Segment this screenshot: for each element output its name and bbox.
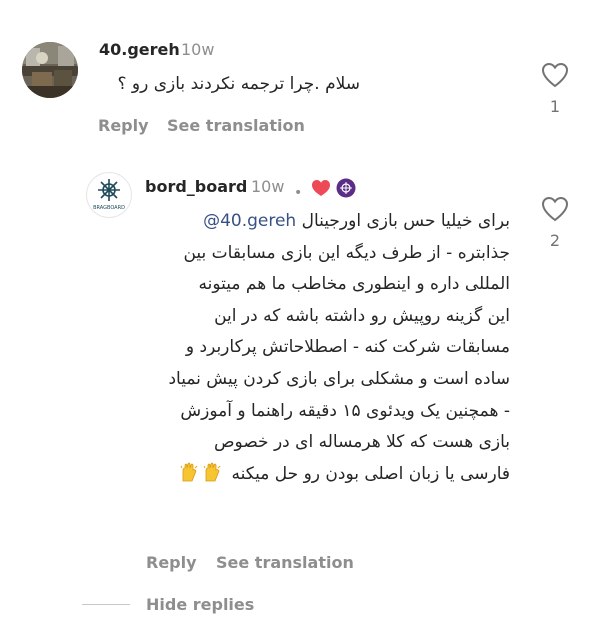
- like-button[interactable]: [541, 62, 569, 88]
- commenter-username[interactable]: 40.gereh: [99, 40, 180, 59]
- reply-timestamp: 10w: [251, 177, 285, 196]
- replier-username[interactable]: bord_board: [145, 177, 247, 196]
- separator-dot: •: [294, 185, 303, 201]
- thread-divider: [82, 604, 130, 605]
- see-translation-button[interactable]: See translation: [167, 116, 305, 135]
- reply-line: بازی هست که کلا هرمساله ای در خصوص: [213, 432, 510, 453]
- avatar-logo-text: BRAGBOARD: [93, 205, 125, 211]
- reply-line-text: فارسی یا زبان اصلی بودن رو حل میکنه: [231, 463, 510, 484]
- red-heart-icon: [312, 180, 330, 196]
- reply-button[interactable]: Reply: [98, 116, 149, 135]
- see-translation-button-2[interactable]: See translation: [216, 553, 354, 572]
- reply-line: برای خیلیا حس بازی اورجینال @40.gereh: [138, 206, 510, 238]
- heart-outline-icon: [541, 196, 569, 222]
- reply-line: المللی داره و اینطوری مخاطب ما هم میتونه: [198, 274, 510, 295]
- reply-line: ساده است و مشکلی برای بازی کردن پیش نمیا…: [168, 368, 510, 389]
- replier-avatar[interactable]: BRAGBOARD: [86, 172, 132, 218]
- heart-outline-icon: [541, 62, 569, 88]
- reply-line: مسابقات شرکت کنه - اصطلاحاتش پرکاربرد و: [185, 337, 510, 358]
- reply-line: فارسی یا زبان اصلی بودن رو حل میکنه: [138, 459, 510, 491]
- reply-line-text: برای خیلیا حس بازی اورجینال: [301, 211, 510, 231]
- commenter-avatar[interactable]: [22, 42, 78, 98]
- reply-line: جذابتره - از طرف دیگه این بازی مسابقات ب…: [183, 242, 510, 263]
- badge-icon: [336, 178, 356, 198]
- like-count-2: 2: [549, 231, 561, 250]
- reply-line: این گزینه روپیش رو داشته باشه که در این: [214, 305, 510, 326]
- hide-replies-button[interactable]: Hide replies: [146, 595, 254, 614]
- like-button-2[interactable]: [541, 196, 569, 222]
- like-count: 1: [549, 97, 561, 116]
- comment-timestamp: 10w: [181, 40, 215, 59]
- reply-button-2[interactable]: Reply: [146, 553, 197, 572]
- comment-text: سلام .چرا ترجمه نکردند بازی رو ؟: [117, 74, 360, 94]
- raising-hands-emoji: [180, 462, 221, 482]
- reply-text: برای خیلیا حس بازی اورجینال @40.gereh جذ…: [138, 206, 510, 490]
- mention-link[interactable]: @40.gereh: [203, 211, 296, 231]
- reply-line: - همچنین یک ویدئوی ۱۵ دقیقه راهنما و آمو…: [180, 400, 510, 421]
